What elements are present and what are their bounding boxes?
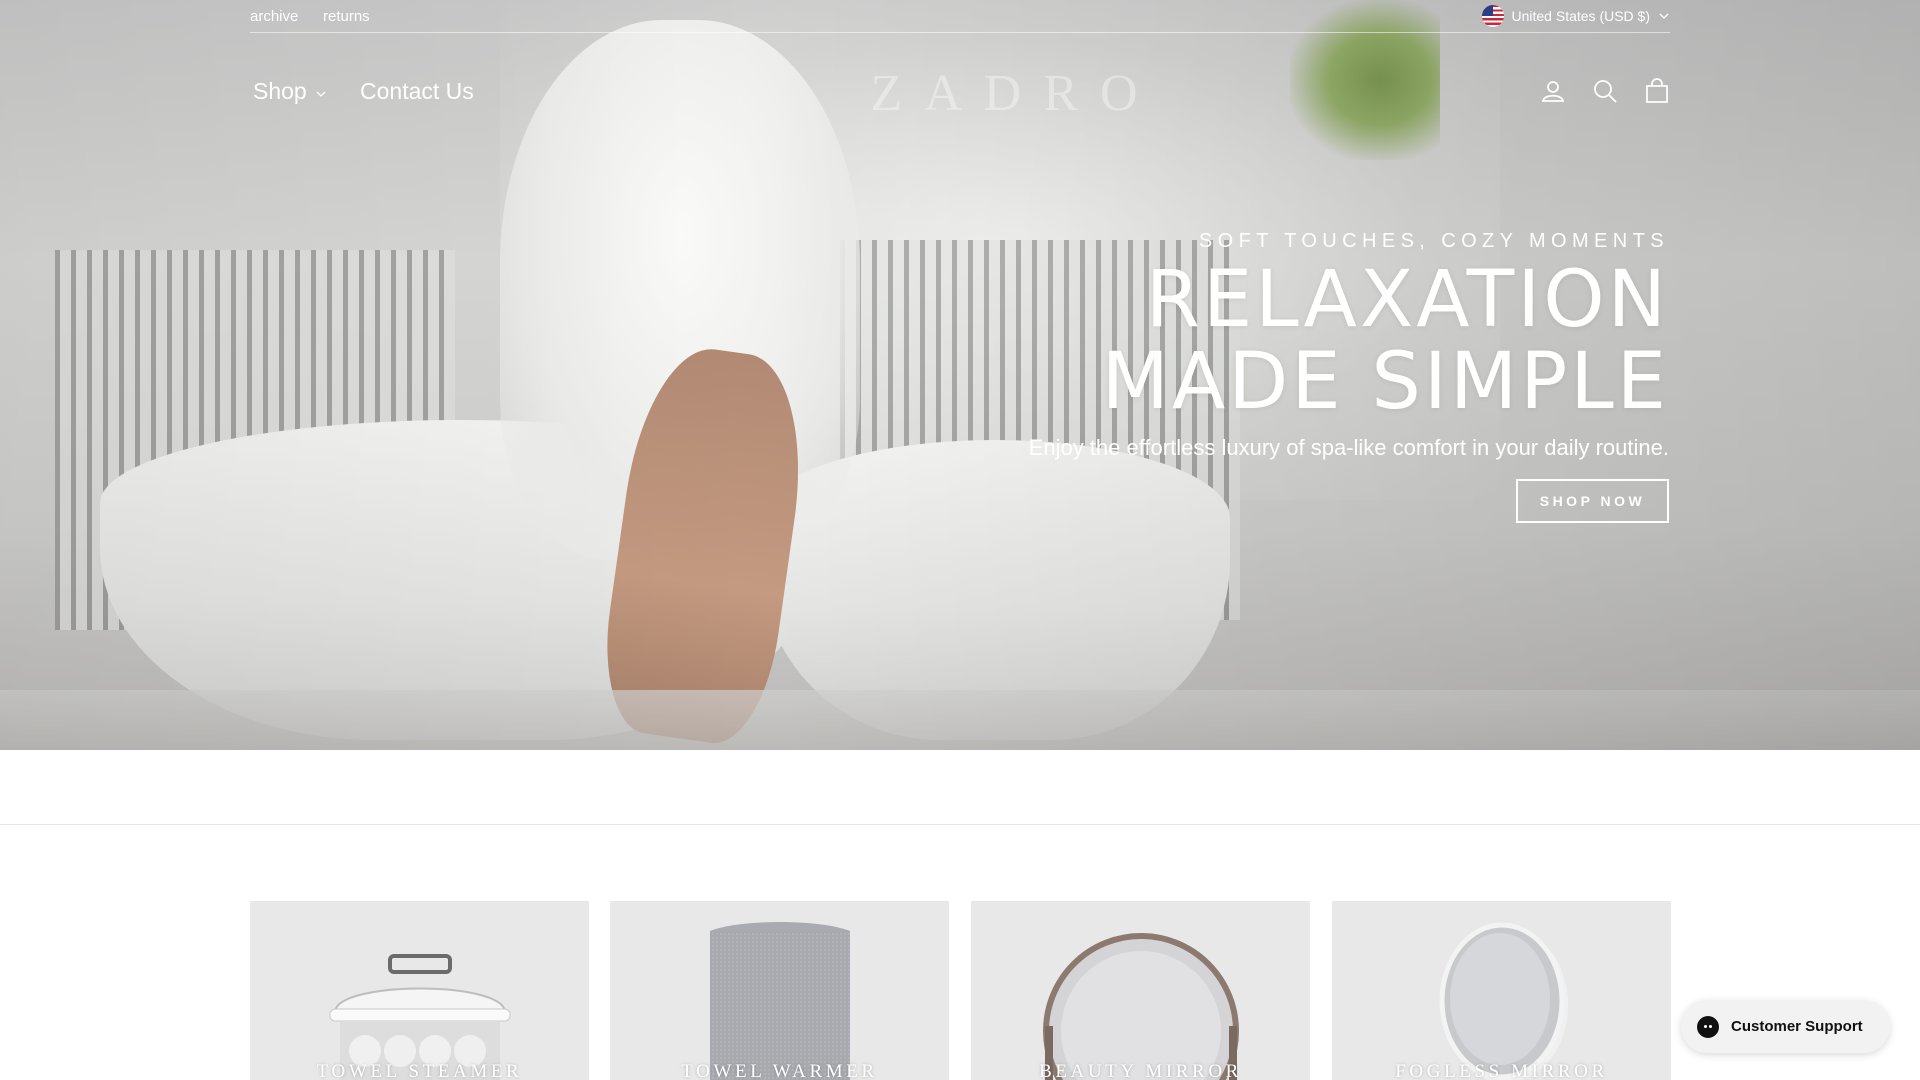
us-flag-icon [1481,5,1504,27]
nav-shop-label: Shop [253,78,307,104]
product-tile-towel-steamer[interactable]: TOWEL STEAMER [250,901,589,1080]
site-header: Shop Contact Us ZADRO [250,60,1670,123]
customer-support-label: Customer Support [1731,1018,1863,1035]
hero-subline: Enjoy the effortless luxury of spa-like … [1028,435,1669,460]
nav-shop[interactable]: Shop [253,78,327,105]
hero-headline-line2: MADE SIMPLE [1101,337,1669,427]
hero-headline-line1: RELAXATION [1145,255,1669,345]
chevron-down-icon [1659,13,1669,19]
nav-contact-us[interactable]: Contact Us [360,78,474,105]
account-icon[interactable] [1540,78,1566,104]
header-icons [1540,78,1670,104]
product-tile-fogless-mirror[interactable]: FOGLESS MIRROR [1332,901,1671,1080]
beauty-mirror-image [1042,933,1239,1080]
returns-link[interactable]: returns [323,8,370,25]
customer-support-button[interactable]: Customer Support [1681,1000,1890,1053]
towel-steamer-image [329,954,510,1080]
hero-headline: RELAXATION MADE SIMPLE [1029,259,1669,423]
fogless-mirror-image [1439,922,1568,1080]
tile-label: FOGLESS MIRROR [1395,1061,1608,1080]
product-tile-towel-warmer[interactable]: TOWEL WARMER [610,901,949,1080]
archive-link[interactable]: archive [250,8,298,25]
product-tile-beauty-mirror[interactable]: BEAUTY MIRROR [971,901,1310,1080]
product-tiles: TOWEL STEAMER TOWEL WARMER BEAUTY MIRROR [250,901,1671,1080]
tile-label: BEAUTY MIRROR [1039,1061,1242,1080]
country-selector[interactable]: United States (USD $) [1481,5,1671,27]
country-selector-label: United States (USD $) [1511,8,1651,24]
hero-text: SOFT TOUCHES, COZY MOMENTS RELAXATION MA… [1029,230,1669,523]
nav-contact-label: Contact Us [360,78,474,104]
utility-bar: archive returns United States (USD $) [250,0,1670,33]
chat-bubble-icon [1697,1015,1719,1038]
hero-eyebrow: SOFT TOUCHES, COZY MOMENTS [1198,230,1669,252]
tile-label: TOWEL WARMER [681,1061,878,1080]
search-icon[interactable] [1592,78,1618,104]
towel-warmer-image [709,922,850,1080]
chevron-down-icon [316,91,326,97]
shop-now-button[interactable]: SHOP NOW [1516,479,1669,523]
section-divider [0,824,1920,825]
cart-icon[interactable] [1644,78,1670,104]
tile-label: TOWEL STEAMER [316,1061,523,1080]
site-logo[interactable]: ZADRO [825,64,1205,123]
